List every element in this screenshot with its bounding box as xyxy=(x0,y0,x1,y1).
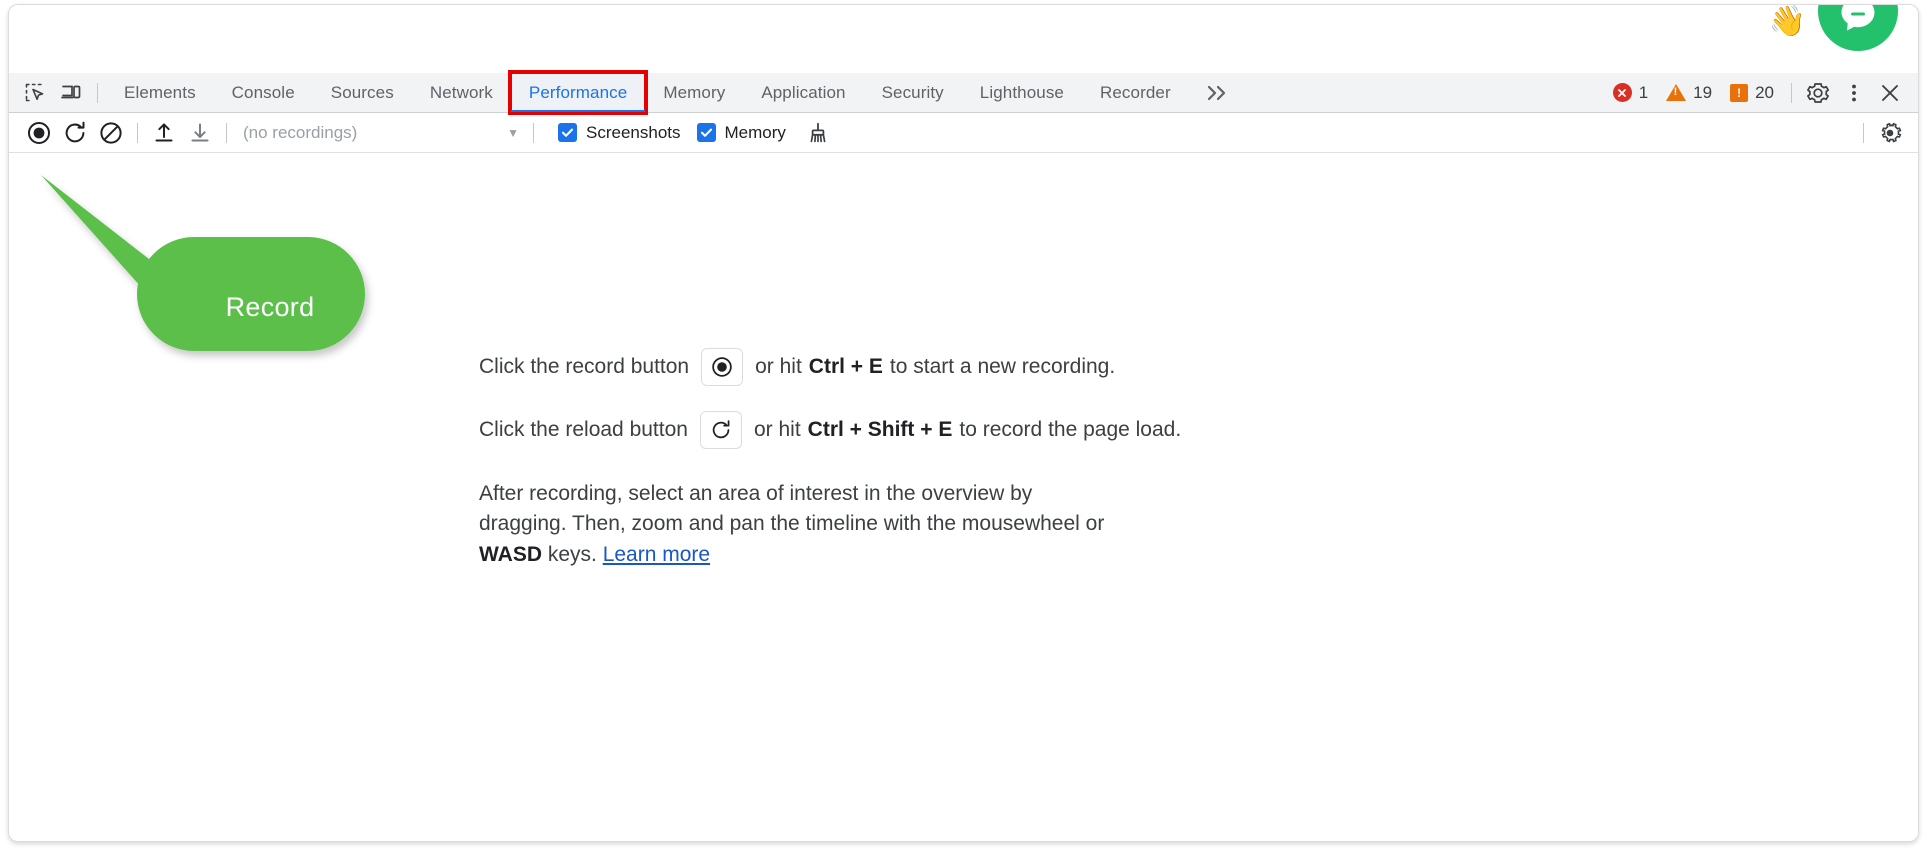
broom-icon[interactable] xyxy=(800,117,836,149)
reload-instruction-suffix: to record the page load. xyxy=(959,417,1182,441)
checkbox-checked-icon xyxy=(696,123,716,142)
reload-instruction-row: Click the reload button or hit Ctrl + Sh… xyxy=(479,411,1182,449)
issue-icon: ! xyxy=(1730,83,1749,102)
inline-reload-button[interactable] xyxy=(699,411,742,449)
page-viewport: 👋 xyxy=(9,5,1918,73)
overview-hint-paragraph: After recording, select an area of inter… xyxy=(479,479,1119,570)
tab-elements[interactable]: Elements xyxy=(106,73,214,112)
devtools-tabbar-right: 1 19 ! 20 xyxy=(1604,73,1918,112)
toolbar-divider xyxy=(533,122,534,143)
screenshots-label: Screenshots xyxy=(586,122,681,142)
record-instruction-mid: or hit xyxy=(755,354,802,378)
tab-network[interactable]: Network xyxy=(412,73,511,112)
inline-record-button[interactable] xyxy=(701,348,744,386)
toolbar-divider xyxy=(1863,122,1864,143)
warning-counter[interactable]: 19 xyxy=(1657,79,1721,107)
gear-icon[interactable] xyxy=(1800,77,1836,109)
devtools-tabs: Elements Console Sources Network Perform… xyxy=(106,70,1604,115)
reload-instruction-prefix: Click the reload button xyxy=(479,417,688,441)
tab-recorder[interactable]: Recorder xyxy=(1082,73,1189,112)
toolbar-divider xyxy=(137,122,138,143)
recordings-value: (no recordings) xyxy=(243,122,358,142)
callout-label: Record xyxy=(225,292,315,322)
tabs-overflow-icon[interactable] xyxy=(1189,73,1245,112)
record-instruction-suffix: to start a new recording. xyxy=(889,354,1116,378)
record-instruction-prefix: Click the record button xyxy=(479,354,690,378)
reload-instruction-mid: or hit xyxy=(753,417,801,441)
issue-counter[interactable]: ! 20 xyxy=(1721,79,1783,107)
chevron-down-icon: ▼ xyxy=(507,125,519,140)
chat-bubble-icon[interactable] xyxy=(1818,5,1898,51)
tab-security[interactable]: Security xyxy=(864,73,962,112)
record-instruction-row: Click the record button or hit Ctrl + E … xyxy=(479,348,1179,386)
tab-sources[interactable]: Sources xyxy=(313,73,412,112)
recordings-dropdown[interactable]: (no recordings) ▼ xyxy=(235,120,525,146)
gear-icon[interactable] xyxy=(1872,117,1908,149)
close-icon[interactable] xyxy=(1872,77,1908,109)
clear-button[interactable] xyxy=(93,117,129,149)
device-toolbar-icon[interactable] xyxy=(53,77,89,109)
record-button[interactable] xyxy=(21,117,57,149)
learn-more-link[interactable]: Learn more xyxy=(603,543,710,566)
tab-memory[interactable]: Memory xyxy=(645,73,743,112)
memory-label: Memory xyxy=(724,122,786,142)
toolbar-divider xyxy=(97,82,98,103)
waving-hand-icon: 👋 xyxy=(1768,5,1806,38)
performance-empty-state: Click the record button or hit Ctrl + E … xyxy=(9,153,1918,841)
devtools-panel: Elements Console Sources Network Perform… xyxy=(9,70,1918,841)
toolbar-divider xyxy=(1791,82,1792,103)
error-icon xyxy=(1612,83,1632,102)
devtools-tabbar: Elements Console Sources Network Perform… xyxy=(9,70,1918,115)
browser-window: 👋 Elements Console Sources Network Perfo… xyxy=(8,4,1919,842)
record-shortcut: Ctrl + E xyxy=(808,354,883,378)
tab-lighthouse[interactable]: Lighthouse xyxy=(962,73,1082,112)
record-callout-annotation: Record xyxy=(39,175,369,425)
overview-hint-part1: After recording, select an area of inter… xyxy=(479,482,1105,536)
performance-record-toolbar: (no recordings) ▼ Screenshots Memory xyxy=(9,113,1918,153)
load-profile-button[interactable] xyxy=(146,117,182,149)
more-vertical-icon[interactable] xyxy=(1836,77,1872,109)
reload-shortcut: Ctrl + Shift + E xyxy=(807,417,953,441)
error-count: 1 xyxy=(1638,82,1649,102)
tab-application[interactable]: Application xyxy=(743,73,863,112)
inspect-element-icon[interactable] xyxy=(17,77,53,109)
tab-performance[interactable]: Performance xyxy=(507,70,649,115)
checkbox-checked-icon xyxy=(558,123,577,142)
memory-checkbox[interactable]: Memory xyxy=(696,122,786,143)
warning-icon xyxy=(1666,84,1687,101)
toolbar-divider xyxy=(226,122,227,143)
record-toolbar-right xyxy=(1855,117,1918,149)
screenshots-checkbox[interactable]: Screenshots xyxy=(558,123,681,143)
save-profile-button[interactable] xyxy=(182,117,218,149)
tab-console[interactable]: Console xyxy=(214,73,313,112)
landing-instructions: Click the record button or hit Ctrl + E … xyxy=(479,348,1182,570)
error-counter[interactable]: 1 xyxy=(1604,79,1657,107)
wasd-keys: WASD xyxy=(479,542,542,566)
warning-count: 19 xyxy=(1693,82,1713,102)
reload-and-record-button[interactable] xyxy=(57,117,93,149)
overview-hint-part2: keys. xyxy=(542,542,603,566)
issue-count: 20 xyxy=(1755,82,1774,102)
